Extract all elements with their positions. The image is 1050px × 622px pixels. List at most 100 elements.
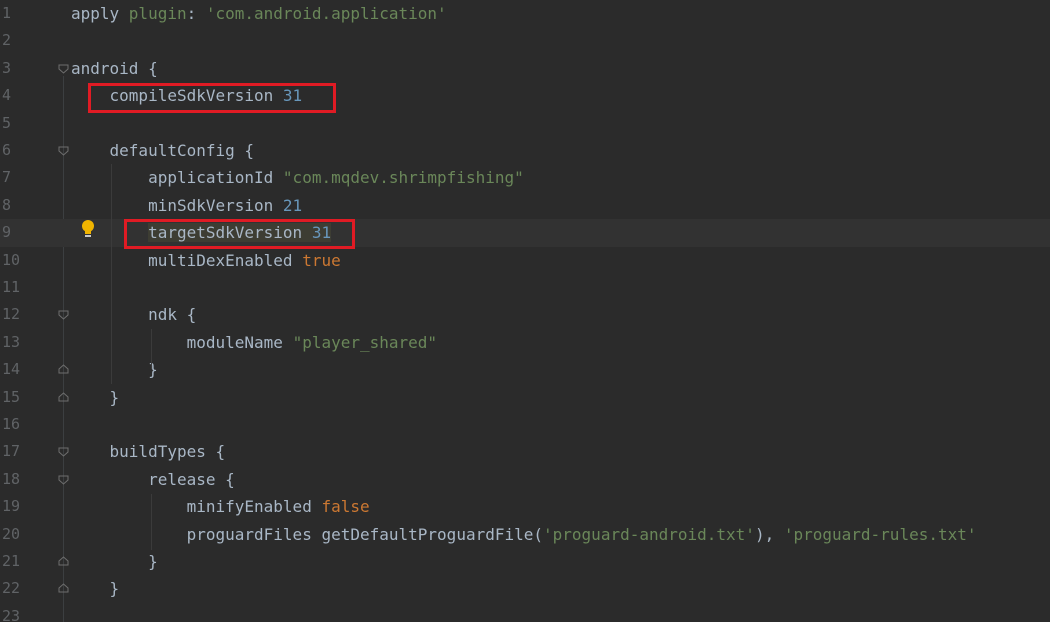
code-token: 21 <box>282 195 303 215</box>
code-token: moduleName <box>71 332 293 352</box>
code-text: applicationId "com.mqdev.shrimpfishing" <box>71 168 524 187</box>
code-text: } <box>71 387 120 407</box>
code-line[interactable]: 3 android { <box>0 55 1050 82</box>
code-text: defaultConfig { <box>71 141 255 160</box>
line-number: 9 <box>2 223 12 242</box>
line-number: 23 <box>2 606 21 622</box>
code-token: "com.mqdev.shrimpfishing" <box>282 168 524 188</box>
line-number: 4 <box>2 86 12 105</box>
code-token: 'proguard-rules.txt' <box>783 524 977 544</box>
lightbulb-icon[interactable] <box>80 219 96 239</box>
line-number: 3 <box>2 58 12 77</box>
code-text: minifyEnabled false <box>71 497 370 516</box>
line-number: 1 <box>2 4 12 22</box>
code-line[interactable]: 13 moduleName "player_shared" <box>0 329 1050 356</box>
fold-open-icon[interactable] <box>58 309 69 321</box>
code-token: 'com.android.application' <box>205 4 447 23</box>
code-token: } <box>71 579 120 599</box>
code-line[interactable]: 16 <box>0 411 1050 438</box>
line-number: 15 <box>2 387 21 406</box>
line-number: 10 <box>2 250 21 269</box>
code-line[interactable]: 14 } <box>0 356 1050 383</box>
code-line[interactable]: 21 } <box>0 548 1050 575</box>
line-number: 22 <box>2 579 21 598</box>
line-number: 13 <box>2 332 21 351</box>
line-number: 18 <box>2 469 21 488</box>
code-token: } <box>71 552 158 571</box>
code-line[interactable]: 1 apply plugin: 'com.android.application' <box>0 0 1050 27</box>
code-text: apply plugin: 'com.android.application' <box>71 4 447 23</box>
line-number: 21 <box>2 552 21 570</box>
code-line[interactable]: 10 multiDexEnabled true <box>0 247 1050 274</box>
code-token: minSdkVersion <box>71 195 283 215</box>
code-line[interactable]: 20 proguardFiles getDefaultProguardFile(… <box>0 521 1050 548</box>
compile-sdk-highlight-box <box>88 83 336 113</box>
line-number: 5 <box>2 113 12 132</box>
line-number: 12 <box>2 305 21 324</box>
fold-open-icon[interactable] <box>58 63 69 74</box>
fold-close-icon[interactable] <box>58 556 69 567</box>
line-number: 8 <box>2 195 12 214</box>
code-token: } <box>71 387 120 407</box>
code-token: } <box>71 360 158 380</box>
line-number: 7 <box>2 168 12 187</box>
line-number: 16 <box>2 415 21 433</box>
fold-open-icon[interactable] <box>58 145 69 156</box>
code-text: } <box>71 360 158 379</box>
code-text: } <box>71 579 120 599</box>
code-token: buildTypes { <box>71 442 226 462</box>
code-line[interactable]: 7 applicationId "com.mqdev.shrimpfishing… <box>0 164 1050 191</box>
code-editor[interactable]: 1 apply plugin: 'com.android.application'… <box>0 0 1050 622</box>
code-line[interactable]: 2 <box>0 27 1050 54</box>
code-line[interactable]: 19 minifyEnabled false <box>0 493 1050 520</box>
code-line[interactable]: 6 defaultConfig { <box>0 137 1050 164</box>
code-line[interactable]: 17 buildTypes { <box>0 438 1050 465</box>
line-number: 17 <box>2 442 21 461</box>
line-number: 11 <box>2 278 21 296</box>
code-token: android { <box>71 58 158 78</box>
indent-guide <box>151 329 152 369</box>
indent-guide <box>151 494 152 550</box>
fold-close-icon[interactable] <box>58 583 69 594</box>
code-text: ndk { <box>71 305 196 324</box>
code-text: } <box>71 552 158 571</box>
code-line[interactable]: 23 <box>0 603 1050 622</box>
code-token: : <box>186 4 206 23</box>
code-token: applicationId <box>71 168 283 188</box>
code-line[interactable]: 8 minSdkVersion 21 <box>0 192 1050 219</box>
code-line[interactable]: 18 release { <box>0 466 1050 493</box>
code-line[interactable]: 5 <box>0 110 1050 137</box>
code-token: proguardFiles getDefaultProguardFile( <box>71 524 544 544</box>
line-number: 2 <box>2 31 12 50</box>
code-token: defaultConfig { <box>71 141 255 160</box>
fold-close-icon[interactable] <box>58 364 69 375</box>
code-token: apply <box>71 4 129 23</box>
code-token: true <box>302 250 341 270</box>
code-token: "player_shared" <box>292 332 438 352</box>
code-text: proguardFiles getDefaultProguardFile('pr… <box>71 525 977 544</box>
line-number: 14 <box>2 360 21 379</box>
code-line[interactable]: 11 <box>0 274 1050 301</box>
code-line[interactable]: 15 } <box>0 384 1050 411</box>
code-text: moduleName "player_shared" <box>71 333 437 352</box>
code-token: false <box>321 497 370 517</box>
line-number: 6 <box>2 141 12 159</box>
code-token: multiDexEnabled <box>71 250 303 270</box>
fold-open-icon[interactable] <box>58 446 69 458</box>
code-token: minifyEnabled <box>71 497 322 517</box>
fold-open-icon[interactable] <box>58 474 69 485</box>
code-token: plugin <box>128 4 187 23</box>
code-token: ), <box>754 524 784 544</box>
code-token: 'proguard-android.txt' <box>543 524 755 544</box>
code-text: android { <box>71 59 158 78</box>
target-sdk-highlight-box <box>124 219 355 249</box>
fold-close-icon[interactable] <box>58 391 69 403</box>
code-line[interactable]: 22 } <box>0 575 1050 602</box>
code-text: minSdkVersion 21 <box>71 196 302 215</box>
code-text: release { <box>71 470 235 489</box>
code-text: buildTypes { <box>71 442 226 462</box>
line-number: 19 <box>2 497 21 516</box>
code-line[interactable]: 12 ndk { <box>0 301 1050 328</box>
code-token: release { <box>71 469 235 489</box>
line-number: 20 <box>2 524 21 543</box>
